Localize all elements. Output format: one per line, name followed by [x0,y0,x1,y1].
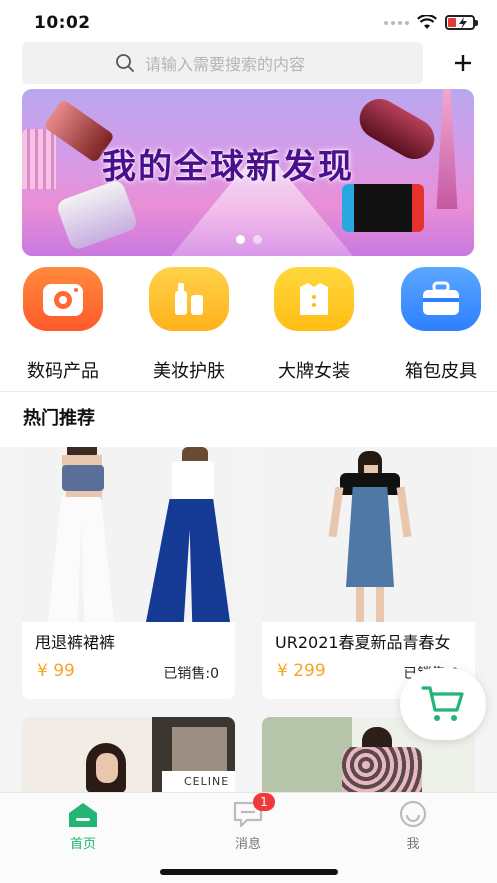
product-image [22,447,235,622]
category-digital[interactable]: 数码产品 [8,267,118,383]
status-time: 10:02 [34,13,91,33]
product-price: ¥ 299 [277,661,326,681]
home-icon [66,799,100,829]
tab-messages[interactable]: 1 消息 [208,793,288,852]
tab-profile[interactable]: 我 [373,799,453,852]
product-sold-count: 已销售:0 [163,666,219,682]
cosmetics-icon [149,267,229,331]
tab-home[interactable]: 首页 [43,799,123,852]
product-card[interactable]: 甩退裤裙裤 ¥ 99 已销售:0 [22,447,235,699]
category-label: 数码产品 [27,361,99,382]
category-label: 箱包皮具 [405,361,477,382]
signal-icon [384,20,409,25]
category-bags[interactable]: 箱包皮具 [386,267,496,383]
plus-icon [455,55,471,71]
cart-button[interactable] [400,668,486,740]
camera-icon [23,267,103,331]
search-icon [115,53,135,73]
banner-dot[interactable] [253,235,262,244]
message-icon: 1 [231,793,275,829]
status-icons [384,15,478,30]
tab-label: 消息 [234,837,261,852]
banner-dot-active[interactable] [236,235,245,244]
tab-label: 我 [406,837,420,852]
product-name: UR2021春夏新品青春女 [275,633,451,652]
tab-label: 首页 [69,837,96,852]
profile-icon [396,799,430,829]
product-price: ¥ 99 [37,661,75,681]
category-label: 大牌女装 [278,361,350,382]
home-indicator [160,869,338,875]
message-badge: 1 [253,793,275,811]
product-grid: 甩退裤裙裤 ¥ 99 已销售:0 UR2021春夏新品青春女 ¥ 299 已销售… [0,447,497,837]
hairdryer-graphic [352,91,442,167]
battery-icon [445,15,478,30]
search-input[interactable]: 请输入需要搜索的内容 [22,42,423,84]
cosmetic-jar-graphic [55,178,139,252]
banner-title: 我的全球新发现 [102,147,354,187]
add-button[interactable] [448,48,478,78]
tower-graphic [436,89,458,209]
promo-banner[interactable]: 我的全球新发现 [22,89,474,256]
cart-icon [421,686,464,721]
product-image [262,447,475,622]
product-card[interactable]: UR2021春夏新品青春女 ¥ 299 已销售:0 [262,447,475,699]
category-label: 美妆护肤 [153,361,225,382]
divider [0,391,497,392]
category-beauty[interactable]: 美妆护肤 [134,267,244,383]
status-bar: 10:02 [0,0,497,44]
colosseum-graphic [22,129,56,189]
search-placeholder: 请输入需要搜索的内容 [145,55,306,74]
section-title: 热门推荐 [23,408,95,429]
category-fashion[interactable]: 大牌女装 [259,267,369,383]
shirt-icon [274,267,354,331]
product-name: 甩退裤裙裤 [35,633,116,652]
category-row: 数码产品 美妆护肤 大牌女装 箱包皮具 [0,267,497,387]
brand-tag: CELINE [184,775,230,788]
wifi-icon [417,15,437,29]
toolbox-icon [401,267,481,331]
game-console-graphic [342,184,424,232]
banner-pagination [236,235,262,244]
